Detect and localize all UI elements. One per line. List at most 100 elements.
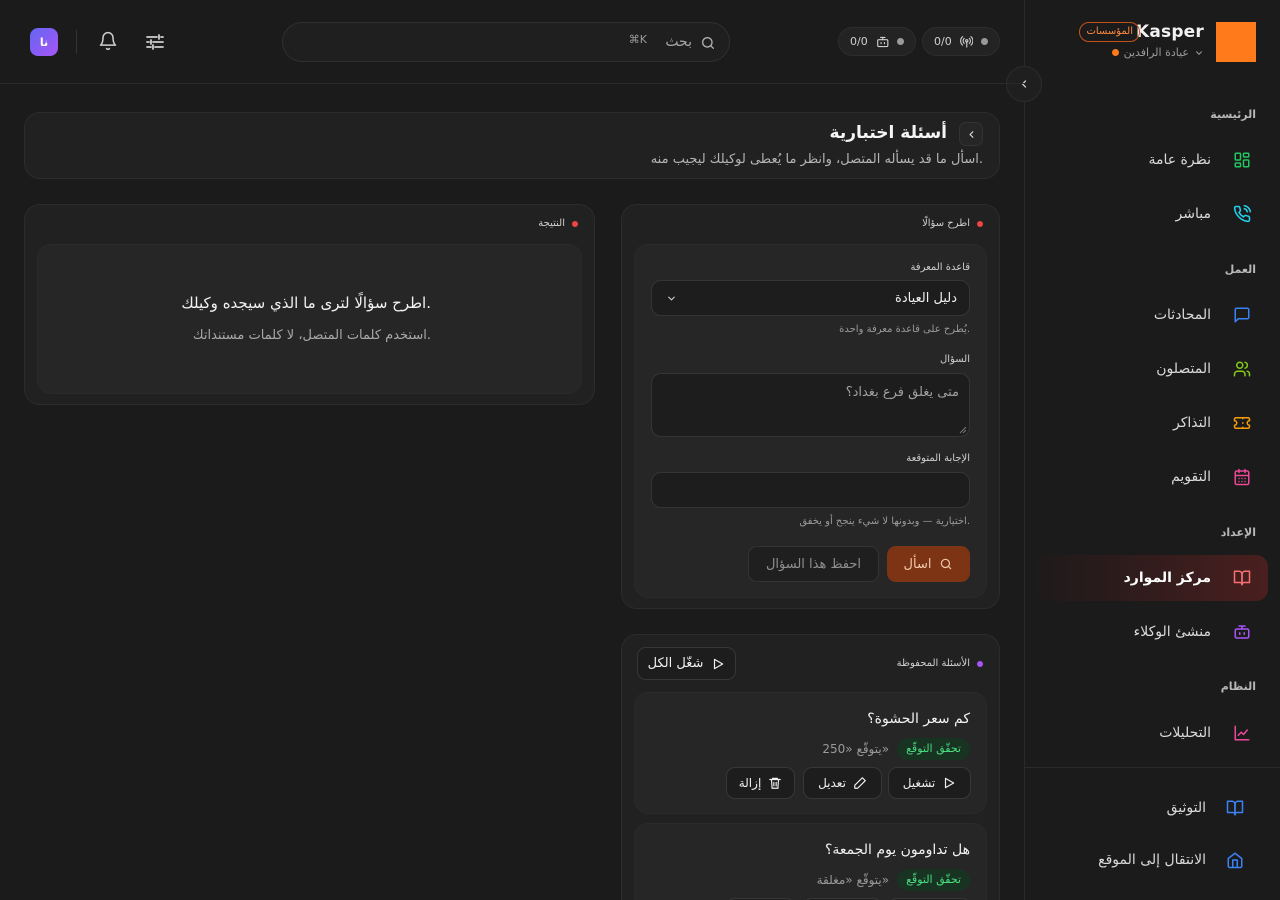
run-all-button[interactable]: شغّل الكل [637, 647, 736, 680]
search-icon [941, 558, 952, 570]
pencil-icon [854, 777, 866, 789]
book-icon [1226, 800, 1244, 816]
page-header-card: أسئلة اختبارية اسأل ما قد يسأله المتصل، … [24, 112, 1000, 179]
sidebar-item-docs[interactable]: التوثيق [1036, 785, 1268, 831]
saved-question-item: هل تداومون يوم الجمعة؟ تحقّق التوقّع يتو… [634, 823, 987, 900]
sidebar-item-analytics[interactable]: التحليلات [1036, 710, 1268, 756]
kb-label: قاعدة المعرفة [910, 262, 970, 273]
kb-select[interactable]: دليل العيادة [651, 280, 970, 316]
expected-answer-label: الإجابة المتوقعة [906, 453, 970, 464]
sidebar-item-resource-center[interactable]: مركز الموارد [1036, 555, 1268, 601]
remove-question-button[interactable]: إزالة [726, 767, 795, 799]
ticket-icon [1233, 417, 1251, 429]
run-question-button[interactable]: تشغيل [888, 767, 971, 799]
sidebar-item-label: المحادثات [1153, 307, 1211, 323]
saved-question-meta: تحقّق التوقّع يتوقّع «مغلقة» [817, 869, 970, 891]
chart-line-icon [1234, 725, 1250, 741]
agents-count: 0/0 [850, 35, 868, 48]
heading-dot [572, 220, 578, 227]
sidebar-item-label: التوثيق [1166, 800, 1206, 816]
question-textarea[interactable]: متى يغلق فرع بغداد؟ [651, 373, 970, 437]
sidebar-item-conversations[interactable]: المحادثات [1036, 292, 1268, 338]
channels-status-pill[interactable]: 0/0 [922, 27, 1000, 56]
home-icon [1227, 852, 1243, 869]
grid-icon [1234, 152, 1250, 168]
play-icon [945, 777, 955, 789]
status-dot [897, 38, 904, 45]
avatar[interactable]: نا [30, 28, 58, 56]
section-label-main: الرئيسية [1210, 108, 1256, 121]
saved-panel-heading: الأسئلة المحفوظة [897, 658, 983, 669]
sliders-icon [146, 34, 164, 50]
sidebar-divider [1024, 767, 1280, 768]
result-panel-heading: النتيجة [538, 218, 578, 229]
ask-button-label: اسأل [903, 556, 932, 572]
search-placeholder: بحث [665, 34, 692, 50]
sidebar-item-live[interactable]: مباشر [1036, 191, 1268, 237]
agents-status-pill[interactable]: 0/0 [838, 27, 916, 56]
section-label-work: العمل [1224, 263, 1256, 276]
calendar-icon [1234, 468, 1250, 486]
expected-answer-hint: اختيارية — وبدونها لا شيء ينجح أو يخفق. [799, 516, 970, 527]
chevron-left-icon [968, 130, 973, 138]
back-button[interactable] [959, 122, 983, 146]
sidebar-item-callers[interactable]: المتصلون [1036, 346, 1268, 392]
sidebar-item-label: التحليلات [1159, 725, 1211, 741]
sidebar-item-label: نظرة عامة [1148, 152, 1211, 168]
ask-button[interactable]: اسأل [887, 546, 970, 582]
saved-panel-title: الأسئلة المحفوظة [896, 658, 970, 669]
bot-icon [876, 36, 889, 47]
save-question-button[interactable]: احفظ هذا السؤال [748, 546, 879, 582]
sidebar-item-label: المتصلون [1156, 361, 1211, 377]
search-icon [702, 37, 714, 49]
edit-question-button[interactable]: تعديل [803, 767, 882, 799]
sidebar-item-agent-builder[interactable]: منشئ الوكلاء [1036, 609, 1268, 655]
phone-live-icon [1233, 205, 1251, 223]
message-icon [1234, 307, 1250, 323]
search-shortcut: ⌘K [628, 33, 647, 46]
question-label: السؤال [940, 354, 970, 365]
result-empty-state: اطرح سؤالًا لترى ما الذي سيجده وكيلك. اس… [37, 244, 582, 394]
heading-dot [977, 220, 983, 227]
org-switcher[interactable]: عيادة الرافدين [1111, 46, 1204, 59]
sidebar: Kasper المؤسسات عيادة الرافدين الرئيسية … [1024, 0, 1280, 900]
filters-button[interactable] [143, 30, 167, 54]
search-input[interactable]: بحث ⌘K [282, 22, 730, 62]
saved-questions-panel: الأسئلة المحفوظة شغّل الكل كم سعر الحشوة… [621, 634, 1000, 900]
saved-question-meta: تحقّق التوقّع يتوقّع «250» [822, 738, 970, 760]
sidebar-item-tickets[interactable]: التذاكر [1036, 400, 1268, 446]
resize-handle-icon[interactable] [959, 426, 967, 434]
trash-icon [769, 777, 782, 789]
status-badge: تحقّق التوقّع [897, 869, 970, 891]
page-title: أسئلة اختبارية [829, 123, 947, 143]
bell-icon [99, 31, 117, 51]
expected-answer-input[interactable] [651, 472, 970, 508]
saved-question-item: كم سعر الحشوة؟ تحقّق التوقّع يتوقّع «250… [634, 692, 987, 814]
save-question-label: احفظ هذا السؤال [765, 556, 862, 572]
topbar: 0/0 0/0 بحث ⌘K نا [0, 0, 1024, 84]
chevron-down-icon [1195, 50, 1203, 55]
status-dot [981, 38, 988, 45]
notifications-button[interactable] [98, 31, 118, 51]
run-label: تشغيل [902, 776, 936, 790]
sidebar-item-label: منشئ الوكلاء [1133, 624, 1211, 640]
result-panel-title: النتيجة [538, 218, 565, 229]
plan-badge: المؤسسات [1079, 22, 1140, 42]
saved-question-text: كم سعر الحشوة؟ [867, 711, 970, 727]
sidebar-item-calendar[interactable]: التقويم [1036, 454, 1268, 500]
bot-icon [1234, 625, 1250, 639]
saved-question-text: هل تداومون يوم الجمعة؟ [824, 842, 970, 858]
brand-logo[interactable] [1216, 22, 1256, 62]
sidebar-item-label: التذاكر [1172, 415, 1211, 431]
org-name: عيادة الرافدين [1123, 46, 1189, 59]
sidebar-item-label: التقويم [1171, 469, 1211, 485]
sidebar-item-go-to-site[interactable]: الانتقال إلى الموقع [1036, 837, 1268, 883]
sidebar-item-overview[interactable]: نظرة عامة [1036, 137, 1268, 183]
page-subtitle: اسأل ما قد يسأله المتصل، وانظر ما يُعطى … [650, 152, 983, 167]
kb-select-value: دليل العيادة [895, 291, 957, 306]
sidebar-item-label: مباشر [1175, 206, 1211, 222]
users-icon [1233, 361, 1251, 377]
chevron-down-icon [668, 296, 675, 301]
brand-name: Kasper [1135, 22, 1204, 42]
remove-label: إزالة [738, 776, 762, 790]
